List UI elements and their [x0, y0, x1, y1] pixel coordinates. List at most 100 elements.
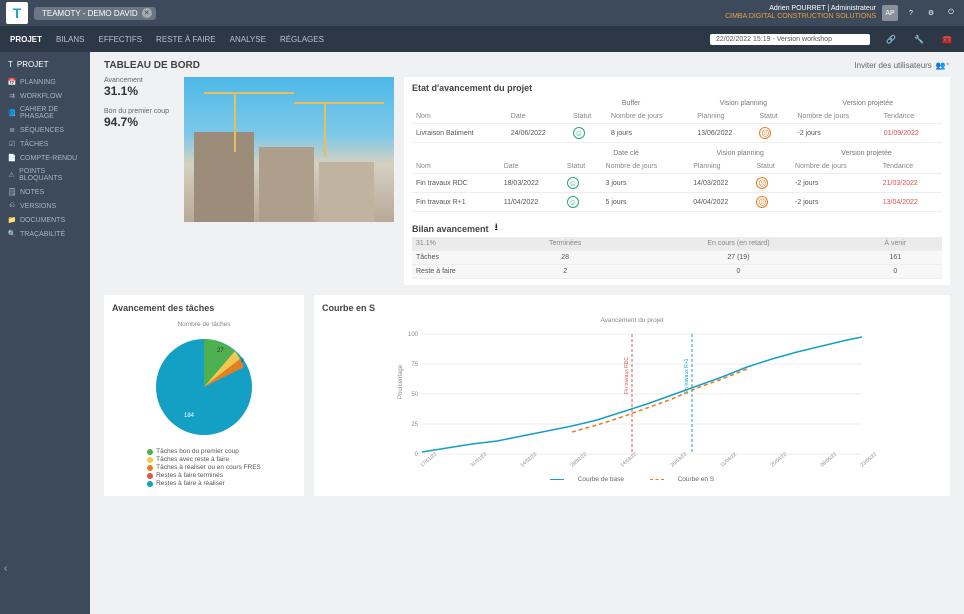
svg-text:100: 100	[408, 332, 419, 338]
etat-table-2: Date clé Vision planning Version projeté…	[412, 147, 942, 212]
sidebar-item-points-bloquants[interactable]: ⚠POINTS BLOQUANTS	[0, 165, 90, 185]
col-date: Date	[507, 110, 569, 124]
tasks-icon: ☑	[8, 140, 16, 148]
toolbox-icon[interactable]: 🧰	[940, 32, 954, 46]
kpi-avancement: Avancement 31.1%	[104, 77, 174, 98]
document-icon: 📁	[8, 216, 16, 224]
svg-text:50: 50	[411, 392, 418, 398]
download-icon[interactable]: ⭳	[495, 220, 499, 237]
tab-projet[interactable]: PROJET	[10, 35, 42, 44]
tab-bilans[interactable]: BILANS	[56, 35, 84, 44]
kpi-label: Avancement	[104, 77, 174, 84]
sidebar-item-label: COMPTE-RENDU	[20, 155, 77, 162]
topbar: T TEAMOTY - DEMO DAVID ✕ Adrien POURRET …	[0, 0, 964, 26]
svg-text:23/05/22: 23/05/22	[859, 451, 878, 468]
table-row: Reste à faire 2 0 0	[412, 265, 942, 279]
pie-chart: 27 2 184	[149, 332, 259, 442]
tab-reglages[interactable]: RÉGLAGES	[280, 35, 324, 44]
table-row: Tâches 28 27 (19) 161	[412, 251, 942, 265]
pie-title: Avancement des tâches	[112, 303, 296, 313]
status-warn-icon: ☹	[756, 196, 768, 208]
book-icon: 📘	[8, 109, 16, 117]
col-statut2: Statut	[755, 110, 793, 124]
tab-effectifs[interactable]: EFFECTIFS	[98, 35, 142, 44]
col-statut: Statut	[569, 110, 607, 124]
svg-text:25: 25	[411, 422, 418, 428]
version-selector[interactable]: 22/02/2022 15:19 - Version workshop	[710, 34, 870, 45]
app-logo[interactable]: T	[6, 2, 28, 24]
link-icon[interactable]: 🔗	[884, 32, 898, 46]
table-row: Livraison Batiment 24/06/2022 ☺ 8 jours …	[412, 124, 942, 143]
bilan-table: 31.1% Terminées En cours (en retard) À v…	[412, 237, 942, 279]
table-row: Fin travaux R+1 11/04/2022 ☺ 5 jours 04/…	[412, 193, 942, 212]
report-icon: 📄	[8, 154, 16, 162]
sidebar-item-label: SÉQUENCES	[20, 127, 64, 134]
kpi-label: Bon du premier coup	[104, 108, 174, 115]
sidebar-item-documents[interactable]: 📁DOCUMENTS	[0, 213, 90, 227]
sidebar-item-phasage[interactable]: 📘 CAHIER DE PHASAGE	[0, 103, 90, 123]
sidebar-collapse-icon[interactable]: ‹	[4, 563, 7, 574]
group-vision: Vision planning	[689, 147, 791, 160]
curve-title: Courbe en S	[322, 303, 942, 313]
sidebar-item-workflow[interactable]: ⇉WORKFLOW	[0, 89, 90, 103]
svg-text:184: 184	[184, 413, 195, 419]
svg-text:0: 0	[415, 452, 419, 458]
sidebar-item-versions[interactable]: ⎌ VERSIONS	[0, 199, 90, 213]
svg-text:Fin travaux RDC: Fin travaux RDC	[624, 357, 630, 394]
sidebar-item-planning[interactable]: 📅PLANNING	[0, 75, 90, 89]
sidebar-item-tracabilite[interactable]: 🔍TRAÇABILITÉ	[0, 227, 90, 241]
page-title: TABLEAU DE BORD	[104, 60, 200, 71]
group-buffer: Buffer	[569, 97, 693, 110]
project-image	[184, 77, 394, 222]
invite-users-button[interactable]: Inviter des utilisateurs 👥⁺	[854, 61, 950, 70]
user-name: Adrien POURRET	[769, 5, 825, 12]
sidebar-item-sequences[interactable]: ≣SÉQUENCES	[0, 123, 90, 137]
table-row: Fin travaux RDC 18/03/2022 ☺ 3 jours 14/…	[412, 174, 942, 193]
status-ok-icon: ☺	[567, 177, 579, 189]
status-warn-icon: ☹	[756, 177, 768, 189]
group-datecle: Date clé	[563, 147, 689, 160]
status-ok-icon: ☺	[567, 196, 579, 208]
col-tendance: Tendance	[880, 110, 942, 124]
note-icon: 🗒	[8, 188, 16, 196]
tab-reste[interactable]: RESTE À FAIRE	[156, 35, 216, 44]
s-curve-chart: 0 25 50 75 100 Pourcentage Fin travaux R…	[322, 324, 942, 474]
help-icon[interactable]: ?	[904, 6, 918, 20]
warning-icon: ⚠	[8, 171, 15, 179]
kpi-value: 94.7%	[104, 115, 174, 129]
etat-title: Etat d'avancement du projet	[412, 83, 942, 93]
add-user-icon: 👥⁺	[936, 61, 950, 70]
kpi-value: 31.1%	[104, 84, 174, 98]
user-info: Adrien POURRET | Administrateur CIMBA DI…	[725, 5, 876, 20]
sidebar-item-label: TÂCHES	[20, 141, 48, 148]
avatar[interactable]: AP	[882, 5, 898, 21]
nav-bar: PROJET BILANS EFFECTIFS RESTE À FAIRE AN…	[0, 26, 964, 52]
svg-text:2: 2	[241, 358, 244, 364]
settings-icon[interactable]: ⚙	[924, 6, 938, 20]
close-icon[interactable]: ✕	[142, 8, 152, 18]
sidebar-item-notes[interactable]: 🗒NOTES	[0, 185, 90, 199]
col-nom: Nom	[412, 110, 507, 124]
sidebar-header: T PROJET	[0, 58, 90, 75]
status-warn-icon: ☹	[759, 127, 771, 139]
workflow-icon: ⇉	[8, 92, 16, 100]
power-icon[interactable]: ⏻	[944, 6, 958, 20]
pie-legend: Tâches bon du premier coup Tâches avec r…	[147, 448, 261, 488]
sidebar-item-compte-rendu[interactable]: 📄 COMPTE-RENDU	[0, 151, 90, 165]
wrench-icon[interactable]: 🔧	[912, 32, 926, 46]
svg-text:Pourcentage: Pourcentage	[398, 364, 404, 399]
tab-analyse[interactable]: ANALYSE	[230, 35, 266, 44]
pie-card: Avancement des tâches Nombre de tâches 2…	[104, 295, 304, 496]
project-name: TEAMOTY - DEMO DAVID	[42, 9, 138, 18]
col-nj: Nombre de jours	[607, 110, 693, 124]
content-area: TABLEAU DE BORD Inviter des utilisateurs…	[90, 52, 964, 614]
version-icon: ⎌	[8, 202, 16, 210]
curve-card: Courbe en S Avancement du projet	[314, 295, 950, 496]
company-name: CIMBA DIGITAL CONSTRUCTION SOLUTIONS	[725, 13, 876, 21]
project-pill[interactable]: TEAMOTY - DEMO DAVID ✕	[34, 7, 156, 20]
svg-text:27: 27	[217, 348, 224, 354]
curve-subtitle: Avancement du projet	[322, 317, 942, 324]
sidebar-item-label: VERSIONS	[20, 203, 56, 210]
sidebar-item-label: CAHIER DE PHASAGE	[20, 106, 82, 120]
sidebar-item-taches[interactable]: ☑ TÂCHES	[0, 137, 90, 151]
